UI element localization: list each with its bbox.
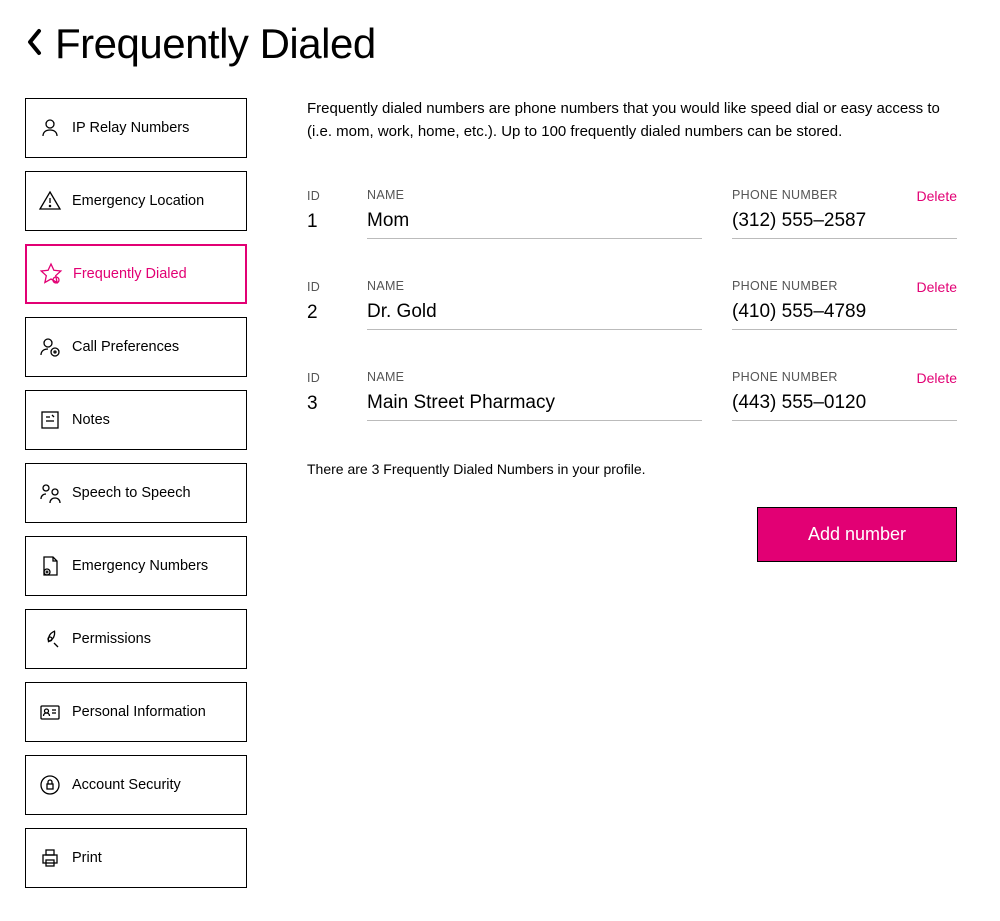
id-label: ID <box>307 280 337 294</box>
sidebar-item-ip-relay-numbers[interactable]: IP Relay Numbers <box>25 98 247 158</box>
print-icon <box>38 846 62 870</box>
id-value: 2 <box>307 302 337 330</box>
sidebar: IP Relay Numbers Emergency Location Freq… <box>25 98 247 901</box>
add-number-button[interactable]: Add number <box>757 507 957 562</box>
permissions-icon <box>38 627 62 651</box>
delete-button[interactable]: Delete <box>917 370 957 386</box>
id-label: ID <box>307 189 337 203</box>
sidebar-item-print[interactable]: Print <box>25 828 247 888</box>
sidebar-item-notes[interactable]: Notes <box>25 390 247 450</box>
sidebar-item-label: Emergency Numbers <box>72 558 208 574</box>
notes-icon <box>38 408 62 432</box>
entry-row: ID 2 NAME Dr. Gold PHONE NUMBER (410) 55… <box>307 279 957 330</box>
description-text: Frequently dialed numbers are phone numb… <box>307 98 957 143</box>
name-label: NAME <box>367 279 702 293</box>
name-label: NAME <box>367 188 702 202</box>
page-title: Frequently Dialed <box>55 20 376 68</box>
name-label: NAME <box>367 370 702 384</box>
sidebar-item-personal-information[interactable]: Personal Information <box>25 682 247 742</box>
lock-icon <box>38 773 62 797</box>
sidebar-item-label: Permissions <box>72 631 151 647</box>
sidebar-item-label: Emergency Location <box>72 193 204 209</box>
document-add-icon <box>38 554 62 578</box>
sidebar-item-label: Frequently Dialed <box>73 266 187 282</box>
sidebar-item-label: Notes <box>72 412 110 428</box>
speech-icon <box>38 481 62 505</box>
sidebar-item-emergency-location[interactable]: Emergency Location <box>25 171 247 231</box>
id-card-icon <box>38 700 62 724</box>
name-input[interactable]: Mom <box>367 210 702 239</box>
name-input[interactable]: Main Street Pharmacy <box>367 392 702 421</box>
id-label: ID <box>307 371 337 385</box>
name-input[interactable]: Dr. Gold <box>367 301 702 330</box>
entry-row: ID 1 NAME Mom PHONE NUMBER (312) 555–258… <box>307 188 957 239</box>
call-settings-icon <box>38 335 62 359</box>
page-header: Frequently Dialed <box>25 20 975 68</box>
sidebar-item-label: Print <box>72 850 102 866</box>
sidebar-item-label: Personal Information <box>72 704 206 720</box>
back-icon[interactable] <box>25 27 45 62</box>
main-content: Frequently dialed numbers are phone numb… <box>307 98 957 901</box>
delete-button[interactable]: Delete <box>917 279 957 295</box>
phone-input[interactable]: (410) 555–4789 <box>732 301 957 330</box>
sidebar-item-label: IP Relay Numbers <box>72 120 189 136</box>
star-icon <box>39 262 63 286</box>
sidebar-item-label: Account Security <box>72 777 181 793</box>
entry-row: ID 3 NAME Main Street Pharmacy PHONE NUM… <box>307 370 957 421</box>
phone-input[interactable]: (312) 555–2587 <box>732 210 957 239</box>
id-value: 1 <box>307 211 337 239</box>
sidebar-item-label: Speech to Speech <box>72 485 191 501</box>
warning-icon <box>38 189 62 213</box>
sidebar-item-account-security[interactable]: Account Security <box>25 755 247 815</box>
summary-text: There are 3 Frequently Dialed Numbers in… <box>307 461 957 477</box>
phone-input[interactable]: (443) 555–0120 <box>732 392 957 421</box>
sidebar-item-call-preferences[interactable]: Call Preferences <box>25 317 247 377</box>
phone-person-icon <box>38 116 62 140</box>
sidebar-item-emergency-numbers[interactable]: Emergency Numbers <box>25 536 247 596</box>
sidebar-item-speech-to-speech[interactable]: Speech to Speech <box>25 463 247 523</box>
id-value: 3 <box>307 393 337 421</box>
sidebar-item-permissions[interactable]: Permissions <box>25 609 247 669</box>
delete-button[interactable]: Delete <box>917 188 957 204</box>
sidebar-item-label: Call Preferences <box>72 339 179 355</box>
sidebar-item-frequently-dialed[interactable]: Frequently Dialed <box>25 244 247 304</box>
